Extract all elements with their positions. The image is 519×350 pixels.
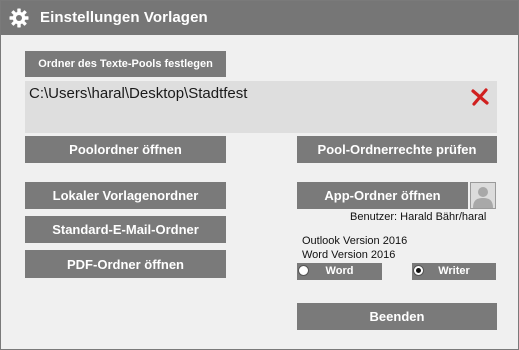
check-pool-rights-button[interactable]: Pool-Ordnerrechte prüfen (297, 136, 497, 163)
default-email-folder-button[interactable]: Standard-E-Mail-Ordner (25, 216, 226, 243)
pool-path-field[interactable]: C:\Users\haral\Desktop\Stadtfest (25, 81, 497, 133)
set-pool-folder-button[interactable]: Ordner des Texte-Pools festlegen (25, 51, 226, 77)
outlook-version-label: Outlook Version 2016 (302, 235, 408, 247)
open-pdf-folder-button[interactable]: PDF-Ordner öffnen (25, 250, 226, 278)
local-templates-folder-button[interactable]: Lokaler Vorlagenordner (25, 182, 226, 209)
word-radio-label: Word (325, 265, 354, 277)
user-label: Benutzer: Harald Bähr/haral (350, 211, 487, 223)
open-pool-folder-button[interactable]: Poolordner öffnen (25, 136, 226, 163)
gear-icon (9, 8, 29, 28)
writer-radio[interactable]: Writer (412, 263, 496, 280)
user-avatar-icon[interactable] (470, 182, 496, 209)
quit-button[interactable]: Beenden (297, 303, 497, 330)
pool-path-text: C:\Users\haral\Desktop\Stadtfest (29, 85, 248, 102)
word-radio[interactable]: Word (297, 263, 382, 280)
open-app-folder-button[interactable]: App-Ordner öffnen (297, 182, 468, 209)
window-title: Einstellungen Vorlagen (40, 9, 208, 26)
writer-radio-label: Writer (438, 265, 470, 277)
red-x-icon[interactable] (470, 87, 490, 107)
title-bar: Einstellungen Vorlagen (1, 1, 518, 35)
word-version-label: Word Version 2016 (302, 249, 396, 261)
settings-window: Einstellungen Vorlagen Ordner des Texte-… (0, 0, 519, 350)
